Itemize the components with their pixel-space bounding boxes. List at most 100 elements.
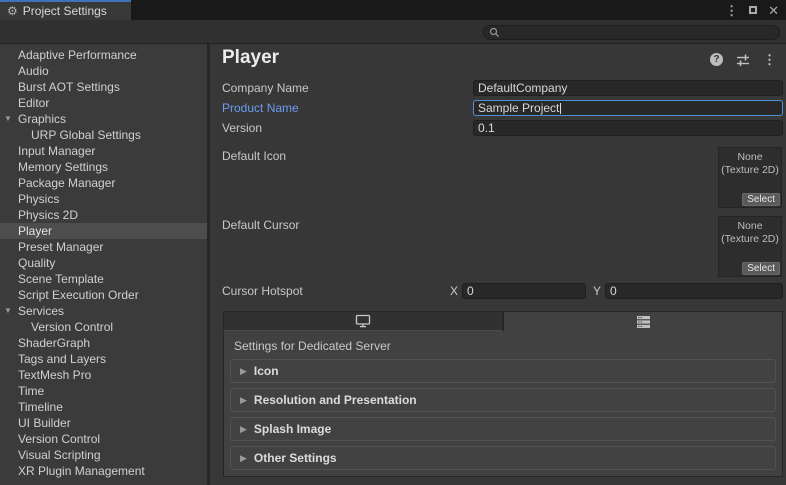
settings-header: Settings for Dedicated Server bbox=[234, 339, 391, 353]
company-name-field[interactable]: DefaultCompany bbox=[473, 80, 783, 96]
sidebar-item-memory-settings[interactable]: Memory Settings bbox=[0, 159, 207, 175]
foldout-arrow-icon[interactable]: ▼ bbox=[4, 111, 12, 127]
foldout-arrow-icon: ▶ bbox=[240, 454, 247, 463]
sidebar-item-tags-and-layers[interactable]: Tags and Layers bbox=[0, 351, 207, 367]
default-icon-value: None bbox=[719, 151, 781, 164]
sidebar-item-physics[interactable]: Physics bbox=[0, 191, 207, 207]
window-menu-icon[interactable]: ⋮ bbox=[725, 4, 738, 17]
sidebar-item-graphics[interactable]: ▼Graphics bbox=[0, 111, 207, 127]
sidebar-item-xr-plugin-management[interactable]: XR Plugin Management bbox=[0, 463, 207, 479]
section-label: Resolution and Presentation bbox=[254, 393, 417, 407]
sidebar-item-label: Memory Settings bbox=[18, 160, 108, 174]
sidebar-item-time[interactable]: Time bbox=[0, 383, 207, 399]
close-icon[interactable]: ✕ bbox=[768, 4, 779, 17]
sidebar-item-label: Player bbox=[18, 224, 52, 238]
sidebar-item-editor[interactable]: Editor bbox=[0, 95, 207, 111]
sidebar-item-label: Burst AOT Settings bbox=[18, 80, 120, 94]
foldout-arrow-icon: ▶ bbox=[240, 396, 247, 405]
version-field[interactable]: 0.1 bbox=[473, 120, 783, 136]
sidebar-item-label: Time bbox=[18, 384, 44, 398]
maximize-icon[interactable] bbox=[749, 6, 757, 14]
product-name-field[interactable]: Sample Project bbox=[473, 100, 783, 116]
sidebar-item-script-execution-order[interactable]: Script Execution Order bbox=[0, 287, 207, 303]
section-resolution-and-presentation[interactable]: ▶ Resolution and Presentation bbox=[230, 388, 776, 412]
sidebar-item-preset-manager[interactable]: Preset Manager bbox=[0, 239, 207, 255]
section-splash-image[interactable]: ▶ Splash Image bbox=[230, 417, 776, 441]
foldout-arrow-icon: ▶ bbox=[240, 367, 247, 376]
sidebar-item-version-control[interactable]: Version Control bbox=[0, 431, 207, 447]
sidebar-item-label: Audio bbox=[18, 64, 49, 78]
sidebar-item-label: Version Control bbox=[31, 320, 113, 334]
search-box[interactable] bbox=[483, 25, 780, 40]
sidebar-item-label: Editor bbox=[18, 96, 49, 110]
sidebar-item-services[interactable]: ▼ Services bbox=[0, 303, 207, 319]
section-label: Icon bbox=[254, 364, 279, 378]
sidebar-item-label: Scene Template bbox=[18, 272, 104, 286]
sidebar-item-player[interactable]: Player bbox=[0, 223, 207, 239]
window-tab-project-settings[interactable]: ⚙ Project Settings bbox=[0, 0, 131, 20]
product-name-value: Sample Project bbox=[478, 101, 559, 115]
section-other-settings[interactable]: ▶ Other Settings bbox=[230, 446, 776, 470]
sidebar-item-label: Quality bbox=[18, 256, 55, 270]
page-title: Player bbox=[222, 47, 279, 69]
sidebar-item-scene-template[interactable]: Scene Template bbox=[0, 271, 207, 287]
sidebar-item-physics-2d[interactable]: Physics 2D bbox=[0, 207, 207, 223]
gear-icon: ⚙ bbox=[7, 5, 18, 17]
sidebar-item-textmesh-pro[interactable]: TextMesh Pro bbox=[0, 367, 207, 383]
default-icon-select-button[interactable]: Select bbox=[742, 193, 780, 206]
toolbar bbox=[0, 20, 786, 44]
sidebar-item-label: ShaderGraph bbox=[18, 336, 90, 350]
default-icon-label: Default Icon bbox=[222, 149, 286, 163]
sidebar-item-timeline[interactable]: Timeline bbox=[0, 399, 207, 415]
presets-icon[interactable] bbox=[736, 54, 750, 66]
section-label: Other Settings bbox=[254, 451, 337, 465]
sidebar-item-label: UI Builder bbox=[18, 416, 71, 430]
section-icon[interactable]: ▶ Icon bbox=[230, 359, 776, 383]
window-controls: ⋮ ✕ bbox=[725, 0, 779, 20]
sidebar-item-ui-builder[interactable]: UI Builder bbox=[0, 415, 207, 431]
sidebar-item-burst-aot-settings[interactable]: Burst AOT Settings bbox=[0, 79, 207, 95]
foldout-arrow-icon[interactable]: ▼ bbox=[4, 303, 12, 319]
project-settings-window: ⚙ Project Settings ⋮ ✕ Adaptive Performa… bbox=[0, 0, 786, 485]
window-tab-label: Project Settings bbox=[23, 4, 107, 18]
server-settings-sections: ▶ Icon ▶ Resolution and Presentation ▶ Splash… bbox=[230, 359, 776, 475]
default-cursor-selector[interactable]: None (Texture 2D) Select bbox=[718, 216, 782, 277]
sidebar-item-label: XR Plugin Management bbox=[18, 464, 145, 478]
company-name-label: Company Name bbox=[222, 81, 309, 95]
more-options-icon[interactable]: ⋮ bbox=[763, 53, 776, 66]
help-icon[interactable]: ? bbox=[710, 53, 723, 66]
sidebar-item-audio[interactable]: Audio bbox=[0, 63, 207, 79]
header-icons: ? ⋮ bbox=[710, 53, 776, 66]
platform-tab-desktop[interactable] bbox=[223, 311, 503, 331]
sidebar-item-visual-scripting[interactable]: Visual Scripting bbox=[0, 447, 207, 463]
sidebar-item-adaptive-performance[interactable]: Adaptive Performance bbox=[0, 47, 207, 63]
player-settings-panel: Player ? ⋮ Company Name DefaultCompany P… bbox=[210, 44, 786, 485]
sidebar-item-quality[interactable]: Quality bbox=[0, 255, 207, 271]
sidebar-item-label: Visual Scripting bbox=[18, 448, 101, 462]
hotspot-x-field[interactable]: 0 bbox=[462, 283, 586, 299]
sidebar-item-label: Adaptive Performance bbox=[18, 48, 137, 62]
sidebar-item-shadergraph[interactable]: ShaderGraph bbox=[0, 335, 207, 351]
default-cursor-label: Default Cursor bbox=[222, 218, 299, 232]
hotspot-y-field[interactable]: 0 bbox=[605, 283, 783, 299]
sidebar-item-package-manager[interactable]: Package Manager bbox=[0, 175, 207, 191]
sidebar-item-input-manager[interactable]: Input Manager bbox=[0, 143, 207, 159]
cursor-hotspot-label: Cursor Hotspot bbox=[222, 284, 303, 298]
sidebar-item-urp-global-settings[interactable]: URP Global Settings bbox=[0, 127, 207, 143]
sidebar-item-version-control[interactable]: Version Control bbox=[0, 319, 207, 335]
server-settings-container: Settings for Dedicated Server ▶ Icon ▶ Reso… bbox=[223, 331, 783, 477]
sidebar-item-label: Tags and Layers bbox=[18, 352, 106, 366]
version-label: Version bbox=[222, 121, 262, 135]
sidebar-item-label: URP Global Settings bbox=[31, 128, 141, 142]
foldout-arrow-icon: ▶ bbox=[240, 425, 247, 434]
default-cursor-select-button[interactable]: Select bbox=[742, 262, 780, 275]
section-label: Splash Image bbox=[254, 422, 331, 436]
search-input[interactable] bbox=[503, 27, 779, 39]
sidebar-item-label: Preset Manager bbox=[18, 240, 103, 254]
sidebar-item-label: Script Execution Order bbox=[18, 288, 139, 302]
platform-tab-dedicated-server[interactable] bbox=[503, 311, 783, 331]
sidebar-item-label: Services bbox=[18, 304, 64, 318]
default-icon-selector[interactable]: None (Texture 2D) Select bbox=[718, 147, 782, 208]
sidebar-item-label: Input Manager bbox=[18, 144, 95, 158]
product-name-label: Product Name bbox=[222, 101, 299, 115]
